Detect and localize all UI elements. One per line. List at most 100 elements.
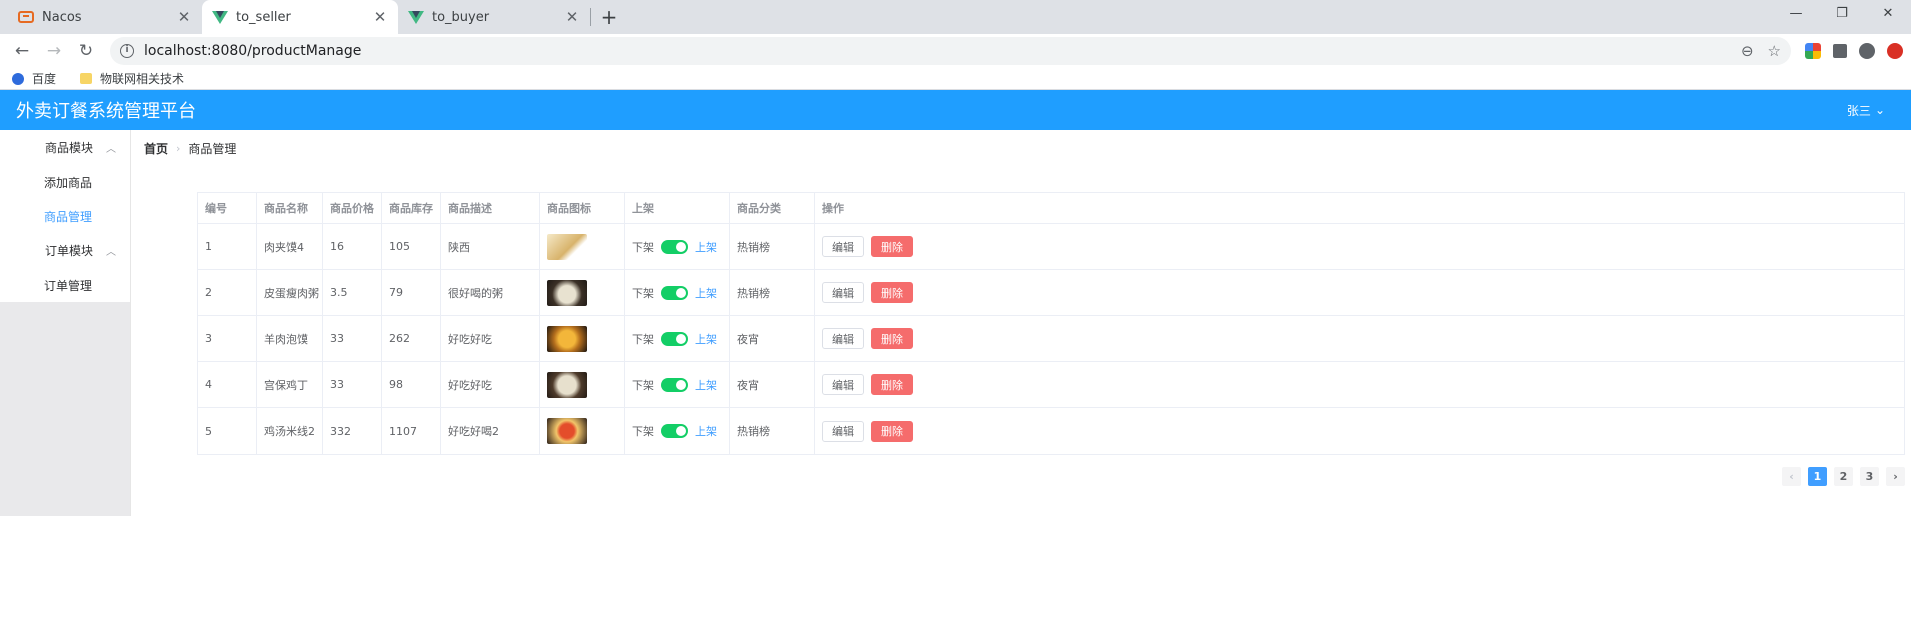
switch-off-label: 下架 bbox=[632, 425, 654, 438]
table-row: 3 羊肉泡馍 33 262 好吃好吃 下架 上架 夜宵 编辑 删除 bbox=[198, 316, 1904, 362]
new-tab-icon[interactable]: + bbox=[591, 5, 627, 29]
delete-button[interactable]: 删除 bbox=[871, 328, 913, 349]
app-title: 外卖订餐系统管理平台 bbox=[16, 101, 196, 122]
browser-tab-to-seller[interactable]: to_seller ✕ bbox=[202, 0, 398, 34]
user-menu[interactable]: 张三 ⌄ bbox=[1847, 102, 1885, 119]
info-icon[interactable]: i bbox=[120, 44, 134, 58]
bookmark-baidu[interactable]: 百度 bbox=[12, 70, 56, 87]
minimize-icon[interactable]: — bbox=[1773, 0, 1819, 26]
sidebar-item-add-product[interactable]: 添加商品 bbox=[0, 165, 130, 199]
column-header: 商品描述 bbox=[441, 193, 540, 223]
product-image bbox=[547, 418, 587, 444]
cell-category: 热销榜 bbox=[730, 270, 815, 315]
column-header: 操作 bbox=[822, 202, 844, 215]
chevron-up-icon: ︿ bbox=[106, 144, 116, 155]
bookmark-label: 物联网相关技术 bbox=[100, 72, 185, 86]
product-image bbox=[547, 279, 587, 306]
reload-icon[interactable]: ↻ bbox=[72, 37, 100, 65]
update-icon[interactable] bbox=[1887, 43, 1903, 59]
delete-button[interactable]: 删除 bbox=[871, 374, 913, 395]
sidebar-item-product-manage[interactable]: 商品管理 bbox=[0, 199, 130, 233]
next-page-icon[interactable]: › bbox=[1886, 467, 1905, 486]
cell-image bbox=[540, 224, 625, 269]
delete-button[interactable]: 删除 bbox=[871, 282, 913, 303]
zoom-icon[interactable]: ⊖ bbox=[1741, 42, 1754, 60]
column-header: 商品图标 bbox=[540, 193, 625, 223]
bookmark-iot[interactable]: 物联网相关技术 bbox=[70, 70, 184, 87]
cell-description: 好吃好吃 bbox=[441, 316, 540, 361]
edit-button[interactable]: 编辑 bbox=[822, 420, 864, 442]
cell-name: 肉夹馍4 bbox=[257, 224, 323, 269]
table-row: 1 肉夹馍4 16 105 陕西 下架 上架 热销榜 编辑 删除 bbox=[198, 224, 1904, 270]
breadcrumb-home[interactable]: 首页 bbox=[144, 140, 168, 157]
sidebar-group-label: 订单模块 bbox=[45, 244, 94, 258]
edit-button[interactable]: 编辑 bbox=[822, 328, 864, 349]
window-close-icon[interactable]: ✕ bbox=[1865, 0, 1911, 26]
folder-icon bbox=[80, 73, 93, 84]
switch-off-label: 下架 bbox=[632, 378, 654, 392]
app-layout: 商品模块 ︿ 添加商品 商品管理 订单模块 ︿ 订单管理 首页 › 商品管理 编… bbox=[0, 130, 1911, 516]
cell-price: 16 bbox=[323, 224, 382, 269]
switch-off-label: 下架 bbox=[632, 286, 654, 300]
cell-image bbox=[540, 408, 625, 454]
cell-image bbox=[540, 270, 625, 315]
cell-actions: 编辑 删除 bbox=[815, 224, 1904, 269]
cell-id: 1 bbox=[198, 224, 257, 269]
table-row: 4 宫保鸡丁 33 98 好吃好吃 下架 上架 夜宵 编辑 删除 bbox=[198, 362, 1904, 408]
edit-button[interactable]: 编辑 bbox=[822, 282, 864, 303]
extensions-puzzle-icon[interactable] bbox=[1833, 44, 1847, 58]
cell-name: 羊肉泡馍 bbox=[257, 316, 323, 361]
cell-id: 2 bbox=[198, 270, 257, 315]
prev-page-icon[interactable]: ‹ bbox=[1782, 467, 1801, 486]
vue-icon bbox=[408, 10, 424, 24]
sidebar-group-product[interactable]: 商品模块 ︿ bbox=[0, 130, 130, 165]
close-icon[interactable]: ✕ bbox=[372, 8, 388, 26]
bookmark-star-icon[interactable]: ☆ bbox=[1768, 42, 1781, 60]
sidebar: 商品模块 ︿ 添加商品 商品管理 订单模块 ︿ 订单管理 bbox=[0, 130, 131, 516]
tab-title: Nacos bbox=[42, 9, 82, 25]
delete-button[interactable]: 删除 bbox=[871, 236, 913, 257]
edit-button[interactable]: 编辑 bbox=[822, 374, 864, 395]
listing-switch[interactable] bbox=[661, 331, 688, 346]
page-number[interactable]: 2 bbox=[1834, 467, 1853, 486]
switch-off-label: 下架 bbox=[632, 332, 654, 346]
listing-switch[interactable] bbox=[661, 424, 688, 438]
page-number[interactable]: 3 bbox=[1860, 467, 1879, 486]
browser-tab-nacos[interactable]: Nacos ✕ bbox=[8, 0, 202, 34]
cell-id: 5 bbox=[198, 408, 257, 454]
sidebar-group-order[interactable]: 订单模块 ︿ bbox=[0, 233, 130, 268]
url-text: localhost:8080/productManage bbox=[144, 43, 362, 59]
breadcrumb-current: 商品管理 bbox=[188, 141, 237, 156]
tab-title: to_seller bbox=[236, 9, 291, 25]
listing-switch[interactable] bbox=[661, 377, 688, 392]
cell-status: 下架 上架 bbox=[625, 316, 730, 361]
forward-icon[interactable]: → bbox=[40, 37, 68, 65]
cell-price: 332 bbox=[323, 408, 382, 454]
close-icon[interactable]: ✕ bbox=[564, 8, 580, 26]
paw-icon bbox=[12, 72, 24, 85]
extension-icon[interactable] bbox=[1805, 43, 1821, 59]
switch-on-label: 上架 bbox=[695, 425, 717, 438]
delete-button[interactable]: 删除 bbox=[871, 420, 913, 442]
close-icon[interactable]: ✕ bbox=[176, 8, 192, 26]
profile-icon[interactable] bbox=[1859, 43, 1875, 59]
address-bar[interactable]: i localhost:8080/productManage ⊖ ☆ bbox=[110, 37, 1791, 65]
sidebar-group-label: 商品模块 bbox=[45, 141, 94, 155]
sidebar-item-order-manage[interactable]: 订单管理 bbox=[0, 268, 130, 302]
back-icon[interactable]: ← bbox=[8, 37, 36, 65]
table-header-row: 编号 商品名称 商品价格 商品库存 商品描述 商品图标 上架 商品分类 操作 bbox=[198, 193, 1904, 224]
edit-button[interactable]: 编辑 bbox=[822, 236, 864, 257]
listing-switch[interactable] bbox=[661, 239, 688, 254]
pagination: ‹ 1 2 3 › bbox=[1782, 467, 1905, 486]
app-header: 外卖订餐系统管理平台 张三 ⌄ bbox=[0, 90, 1911, 130]
column-header: 商品名称 bbox=[257, 193, 323, 223]
listing-switch[interactable] bbox=[661, 285, 688, 300]
browser-tab-to-buyer[interactable]: to_buyer ✕ bbox=[398, 0, 590, 34]
column-header: 商品价格 bbox=[323, 193, 382, 223]
cell-status: 下架 上架 bbox=[625, 224, 730, 269]
browser-toolbar: ← → ↻ i localhost:8080/productManage ⊖ ☆ bbox=[0, 34, 1911, 68]
cell-stock: 98 bbox=[382, 362, 441, 407]
product-image bbox=[547, 325, 587, 352]
restore-icon[interactable]: ❐ bbox=[1819, 0, 1865, 26]
page-number[interactable]: 1 bbox=[1808, 467, 1827, 486]
